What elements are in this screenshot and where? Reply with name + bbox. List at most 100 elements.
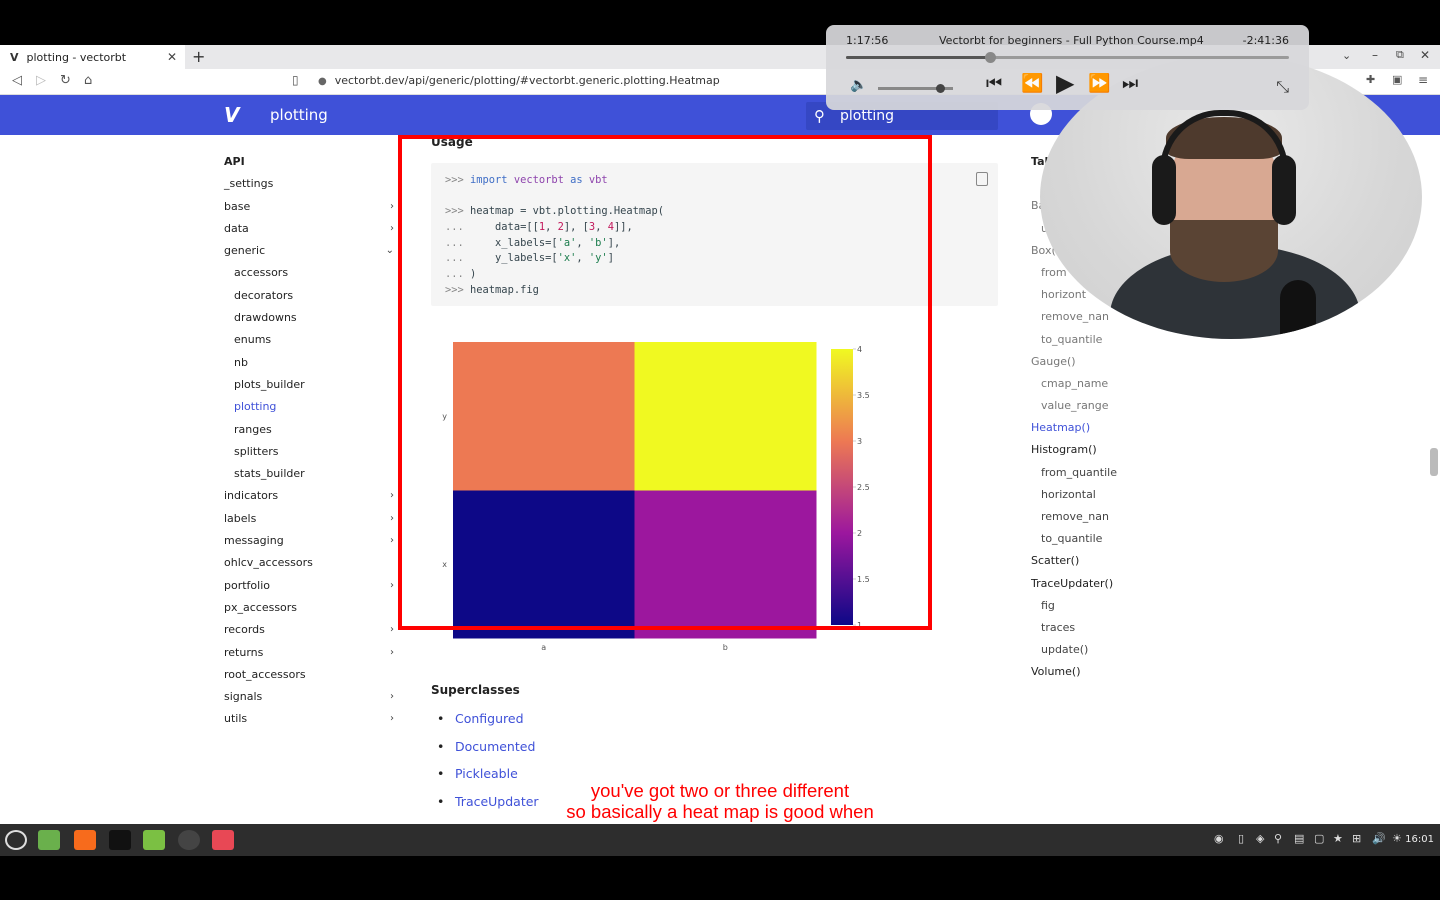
- star-icon[interactable]: ★: [1333, 832, 1343, 845]
- seek-bar[interactable]: [846, 52, 1289, 63]
- toc-item[interactable]: value_range: [1031, 397, 1171, 419]
- sidebar-item[interactable]: ohlcv_accessors: [224, 554, 399, 576]
- restore-icon[interactable]: ⧉: [1396, 48, 1404, 62]
- volume-icon[interactable]: 🔈: [850, 77, 867, 93]
- chevron-right-icon[interactable]: ›: [390, 710, 394, 728]
- fast-forward-icon[interactable]: ⏩: [1088, 73, 1110, 94]
- network-icon[interactable]: ⊞: [1352, 832, 1361, 845]
- superclass-link[interactable]: Documented: [431, 739, 539, 767]
- skip-next-icon[interactable]: ⏭: [1122, 73, 1138, 94]
- files-icon[interactable]: [143, 830, 165, 850]
- sidebar-item[interactable]: data ›: [224, 220, 399, 242]
- sidebar-item[interactable]: returns ›: [224, 644, 399, 666]
- sidebar-item[interactable]: base ›: [224, 198, 399, 220]
- document-icon[interactable]: ▢: [1314, 832, 1324, 845]
- sidebar-item[interactable]: API: [224, 153, 399, 175]
- sidebar-item[interactable]: root_accessors: [224, 666, 399, 688]
- toc-item[interactable]: fig: [1031, 597, 1171, 619]
- chevron-right-icon[interactable]: ›: [390, 577, 394, 595]
- chevron-right-icon[interactable]: ›: [390, 644, 394, 662]
- sidebar-item[interactable]: enums: [224, 331, 399, 353]
- sidebar-item[interactable]: px_accessors: [224, 599, 399, 621]
- toc-item[interactable]: Volume(): [1031, 663, 1171, 685]
- sidebar-item[interactable]: nb: [224, 354, 399, 376]
- skip-previous-icon[interactable]: ⏮: [986, 73, 1002, 94]
- sidebar-item[interactable]: utils ›: [224, 710, 399, 732]
- brave-browser-icon[interactable]: [74, 830, 96, 850]
- chevron-right-icon[interactable]: ›: [390, 688, 394, 706]
- sidebar-item[interactable]: accessors: [224, 264, 399, 286]
- obs-tray-icon[interactable]: ◉: [1214, 832, 1224, 845]
- new-tab-icon[interactable]: +: [192, 47, 205, 66]
- start-menu-icon[interactable]: [5, 830, 27, 850]
- chevron-right-icon[interactable]: ›: [390, 220, 394, 238]
- bookmark-icon[interactable]: ▯: [292, 73, 299, 87]
- show-desktop-icon[interactable]: [38, 830, 60, 850]
- sidebar-item[interactable]: ranges: [224, 421, 399, 443]
- toc-item[interactable]: Heatmap(): [1031, 419, 1171, 441]
- volume-tray-icon[interactable]: 🔊: [1372, 832, 1386, 845]
- close-window-icon[interactable]: ✕: [1420, 48, 1430, 62]
- sidebar-item[interactable]: stats_builder: [224, 465, 399, 487]
- toc-item[interactable]: update(): [1031, 641, 1171, 663]
- extensions-icon[interactable]: ✚: [1366, 73, 1375, 86]
- sidebar-item[interactable]: signals ›: [224, 688, 399, 710]
- scrollbar-thumb[interactable]: [1430, 448, 1438, 476]
- back-icon[interactable]: ◁: [12, 73, 22, 88]
- menu-icon[interactable]: ≡: [1418, 73, 1428, 87]
- minimize-icon[interactable]: –: [1372, 48, 1378, 62]
- chevron-right-icon[interactable]: ›: [390, 621, 394, 639]
- sidebar-item[interactable]: splitters: [224, 443, 399, 465]
- sidebar-item[interactable]: drawdowns: [224, 309, 399, 331]
- play-icon[interactable]: ▶: [1056, 69, 1074, 97]
- sidebar-item[interactable]: portfolio ›: [224, 577, 399, 599]
- toc-item[interactable]: cmap_name: [1031, 375, 1171, 397]
- volume-knob[interactable]: [936, 84, 946, 93]
- close-tab-icon[interactable]: ✕: [167, 50, 177, 64]
- reload-icon[interactable]: ↻: [60, 73, 71, 88]
- toc-item[interactable]: Scatter(): [1031, 552, 1171, 574]
- superclass-link[interactable]: Configured: [431, 711, 539, 739]
- toc-item[interactable]: to_quantile: [1031, 530, 1171, 552]
- tab-list-chevron-down-icon[interactable]: ⌄: [1342, 49, 1351, 62]
- wallet-icon[interactable]: ▣: [1392, 73, 1402, 86]
- seek-knob[interactable]: [984, 52, 996, 63]
- chevron-right-icon[interactable]: ›: [390, 198, 394, 216]
- chevron-right-icon[interactable]: ›: [390, 487, 394, 505]
- toc-item[interactable]: from_quantile: [1031, 464, 1171, 486]
- toc-item[interactable]: traces: [1031, 619, 1171, 641]
- sidebar-item[interactable]: decorators: [224, 287, 399, 309]
- sidebar-item[interactable]: _settings: [224, 175, 399, 197]
- toc-item[interactable]: TraceUpdater(): [1031, 575, 1171, 597]
- volume-slider[interactable]: [878, 84, 953, 93]
- location-icon[interactable]: ⚲: [1274, 832, 1282, 845]
- image-viewer-icon[interactable]: [212, 830, 234, 850]
- brightness-icon[interactable]: ☀: [1392, 832, 1402, 845]
- terminal-icon[interactable]: [109, 830, 131, 850]
- vectorbt-logo[interactable]: V: [224, 103, 239, 127]
- home-icon[interactable]: ⌂: [84, 73, 92, 88]
- clipboard-icon[interactable]: ▯: [1238, 832, 1244, 845]
- sidebar-item[interactable]: generic ⌄: [224, 242, 399, 264]
- toc-item[interactable]: Gauge(): [1031, 353, 1171, 375]
- chevron-down-icon[interactable]: ⌄: [386, 242, 394, 260]
- toc-item[interactable]: remove_nan: [1031, 508, 1171, 530]
- sidebar-item[interactable]: plots_builder: [224, 376, 399, 398]
- url-field[interactable]: ● vectorbt.dev/api/generic/plotting/#vect…: [318, 74, 720, 87]
- chevron-right-icon[interactable]: ›: [390, 532, 394, 550]
- obs-icon[interactable]: [178, 830, 200, 850]
- exit-fullscreen-icon[interactable]: ⤡: [1276, 77, 1289, 97]
- forward-icon[interactable]: ▷: [36, 73, 46, 88]
- printer-icon[interactable]: ▤: [1294, 832, 1304, 845]
- browser-tab[interactable]: V plotting - vectorbt ✕: [0, 45, 185, 69]
- sidebar-item[interactable]: indicators ›: [224, 487, 399, 509]
- sidebar-item[interactable]: records ›: [224, 621, 399, 643]
- shield-icon[interactable]: ◈: [1256, 832, 1264, 845]
- toc-item[interactable]: horizontal: [1031, 486, 1171, 508]
- rewind-icon[interactable]: ⏪: [1021, 73, 1043, 94]
- sidebar-item[interactable]: messaging ›: [224, 532, 399, 554]
- copy-icon[interactable]: [976, 172, 988, 186]
- chevron-right-icon[interactable]: ›: [390, 510, 394, 528]
- sidebar-item[interactable]: plotting: [224, 398, 399, 420]
- sidebar-item[interactable]: labels ›: [224, 510, 399, 532]
